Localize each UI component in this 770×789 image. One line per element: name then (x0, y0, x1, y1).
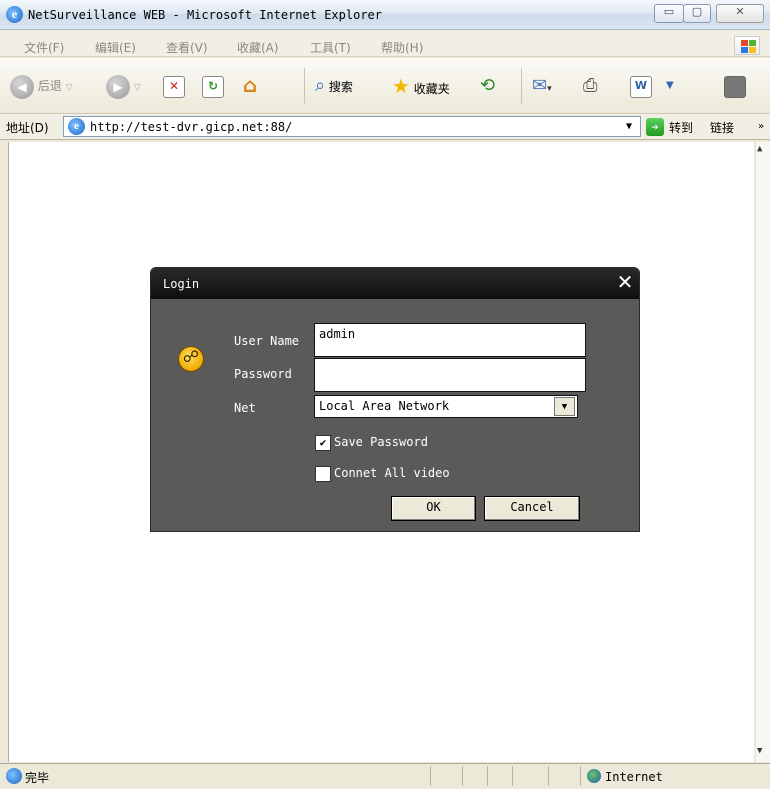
toolbar-divider (304, 68, 305, 104)
refresh-icon[interactable]: ↻ (202, 76, 224, 98)
search-icon: ⌕ (315, 75, 326, 96)
address-label: 地址(D) (6, 121, 49, 135)
maximize-button[interactable]: ▢ (683, 4, 711, 23)
chevron-more-icon[interactable]: » (758, 121, 764, 132)
cancel-button[interactable]: Cancel (484, 496, 580, 521)
print-icon[interactable]: ⎙ (583, 72, 597, 100)
star-icon: ★ (392, 74, 410, 98)
go-button[interactable]: 转到 (669, 119, 693, 136)
login-dialog-title: Login (163, 277, 200, 291)
net-select[interactable]: Local Area Network (314, 395, 578, 418)
page-icon: e (68, 118, 85, 135)
password-label: Password (234, 367, 292, 381)
menu-help[interactable]: 帮助(H) (381, 39, 423, 56)
connect-all-label: Connet All video (334, 466, 450, 480)
net-label: Net (234, 401, 256, 415)
menu-bar: 文件(F) 编辑(E) 查看(V) 收藏(A) 工具(T) 帮助(H) (0, 31, 770, 57)
close-window-button[interactable]: ✕ (716, 4, 764, 23)
back-button[interactable]: ◀ 后退 ▽ (10, 72, 73, 100)
menu-favorites[interactable]: 收藏(A) (237, 39, 279, 56)
chevron-down-icon: ▽ (65, 83, 73, 93)
scroll-down-icon[interactable]: ▼ (757, 746, 762, 756)
chevron-down-icon[interactable]: ▼ (666, 72, 674, 100)
menu-edit[interactable]: 编辑(E) (95, 39, 136, 56)
search-label: 搜索 (328, 80, 353, 94)
scroll-up-icon[interactable]: ▲ (757, 144, 762, 154)
minimize-button[interactable]: ▭ (654, 4, 684, 23)
address-url[interactable]: http://test-dvr.gicp.net:88/ (90, 120, 292, 134)
status-divider (487, 766, 488, 786)
windows-flag-icon (734, 36, 760, 55)
menu-file[interactable]: 文件(F) (24, 39, 64, 56)
address-dropdown-icon[interactable]: ▼ (620, 118, 638, 135)
status-divider (462, 766, 463, 786)
history-icon[interactable]: ⟲ (480, 72, 495, 100)
ie-app-icon: e (6, 6, 23, 23)
status-divider (548, 766, 549, 786)
dialog-close-icon[interactable]: ✕ (614, 270, 636, 294)
forward-arrow-icon: ▶ (106, 74, 130, 99)
back-label: 后退 (37, 79, 62, 93)
status-text: 完毕 (25, 771, 50, 785)
menu-tools[interactable]: 工具(T) (310, 39, 351, 56)
status-divider (430, 766, 431, 786)
chevron-down-icon: ▽ (133, 83, 141, 93)
go-arrow-icon[interactable]: ➔ (646, 118, 664, 136)
favorites-label: 收藏夹 (413, 82, 450, 96)
user-lock-icon: ☍ (178, 346, 204, 372)
security-zone: Internet (605, 770, 663, 784)
status-divider (580, 766, 581, 786)
password-input[interactable] (314, 358, 586, 392)
mail-icon[interactable]: ✉▾ (532, 72, 552, 100)
ok-button[interactable]: OK (391, 496, 476, 521)
window-title: NetSurveillance WEB - Microsoft Internet… (28, 8, 383, 22)
login-dialog-title-bar[interactable] (151, 268, 639, 299)
home-icon[interactable]: ⌂ (240, 75, 260, 96)
save-password-label: Save Password (334, 435, 428, 449)
globe-icon (587, 769, 601, 783)
links-label[interactable]: 链接 (710, 119, 734, 136)
status-divider (512, 766, 513, 786)
chevron-down-icon[interactable]: ▼ (554, 397, 575, 416)
search-button[interactable]: ⌕ 搜索 (315, 72, 353, 100)
toolbar-divider (521, 68, 522, 104)
username-input[interactable]: admin (314, 323, 586, 357)
save-password-checkbox[interactable]: ✔ (315, 435, 331, 451)
page-status-icon (6, 768, 22, 784)
username-label: User Name (234, 334, 300, 348)
discuss-icon[interactable] (724, 76, 746, 98)
favorites-button[interactable]: ★ 收藏夹 (392, 72, 450, 100)
menu-view[interactable]: 查看(V) (166, 39, 208, 56)
vertical-scrollbar[interactable] (756, 142, 770, 762)
word-edit-icon[interactable]: W (630, 76, 652, 98)
back-arrow-icon: ◀ (10, 74, 34, 99)
forward-button[interactable]: ▶ ▽ (106, 72, 141, 100)
connect-all-checkbox[interactable] (315, 466, 331, 482)
stop-icon[interactable]: ✕ (163, 76, 185, 98)
